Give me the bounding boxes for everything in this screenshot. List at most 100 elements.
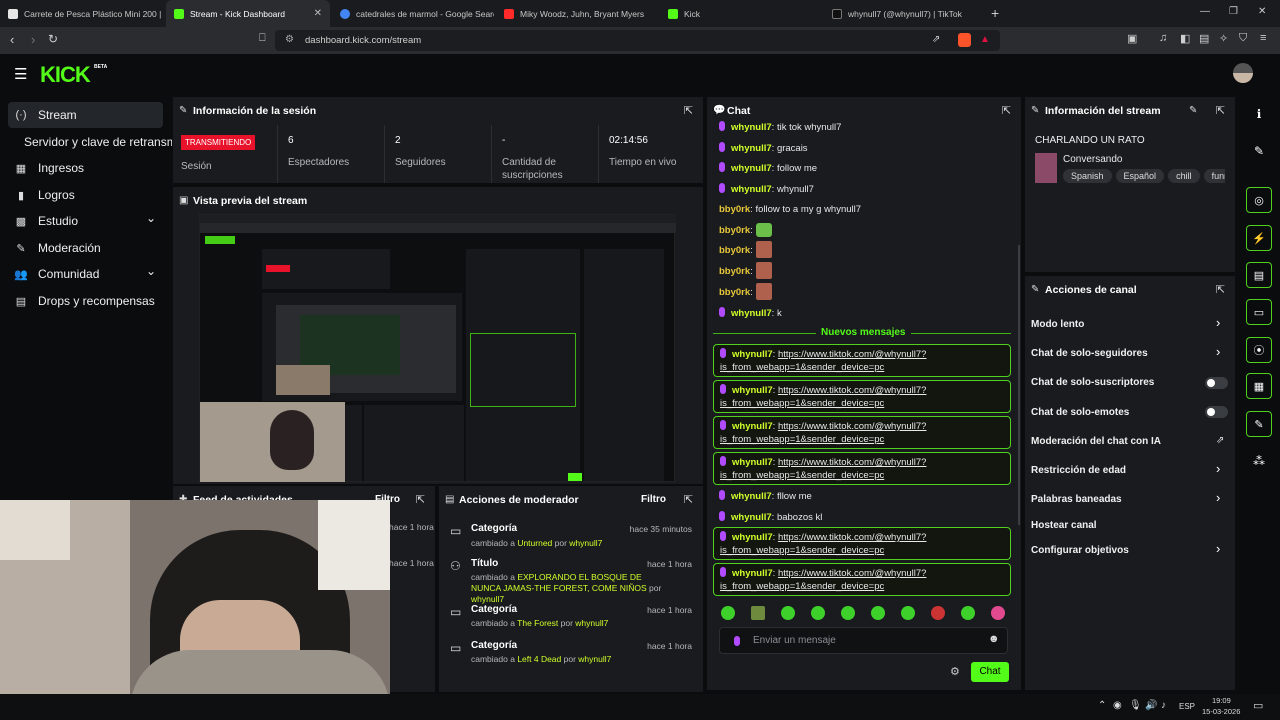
- close-window-button[interactable]: ✕: [1258, 6, 1266, 17]
- chat-link[interactable]: https://www.tiktok.com/@whynull7?: [778, 568, 927, 579]
- kick-logo[interactable]: KICK: [40, 62, 91, 88]
- emote-icon[interactable]: [931, 606, 945, 620]
- edit-icon[interactable]: ✎: [1246, 138, 1272, 164]
- expand-icon[interactable]: ⇱: [1002, 104, 1011, 117]
- expand-icon[interactable]: ⇱: [684, 104, 693, 117]
- external-link-icon[interactable]: ⇗: [1216, 435, 1224, 446]
- vpn-icon[interactable]: ⛉: [1239, 32, 1247, 45]
- chat-link[interactable]: https://www.tiktok.com/@whynull7?: [778, 349, 927, 360]
- expand-icon[interactable]: ⇱: [1216, 283, 1225, 296]
- reload-icon[interactable]: ↻: [48, 32, 58, 46]
- sidebar-item-estudio[interactable]: ▩ Estudio ⌄: [8, 208, 163, 234]
- chat-popout-icon[interactable]: ▭: [1246, 299, 1272, 325]
- sidebar-toggle-icon[interactable]: ▣: [1127, 32, 1137, 45]
- emote-icon[interactable]: [991, 606, 1005, 620]
- chat-input[interactable]: Enviar un mensaje ☻: [719, 627, 1008, 654]
- wallet-icon[interactable]: ▤: [1199, 32, 1209, 45]
- volume-icon[interactable]: 🔊: [1145, 700, 1157, 711]
- microphone-icon[interactable]: 🎙: [1129, 700, 1142, 711]
- browser-tab[interactable]: Kick: [660, 0, 820, 27]
- bookmark-icon[interactable]: ⎕: [259, 32, 266, 45]
- emoji-picker-icon[interactable]: ☻: [988, 633, 1000, 645]
- emote-icon[interactable]: [751, 606, 765, 620]
- chat-settings-icon[interactable]: ⚙: [950, 665, 960, 678]
- clip-icon[interactable]: ◎: [1246, 187, 1272, 213]
- sidebar-item-server-key[interactable]: Servidor y clave de retransmisión: [24, 129, 172, 155]
- filter-button[interactable]: Filtro: [641, 494, 666, 505]
- channel-action-host[interactable]: Hostear canal: [1031, 520, 1097, 531]
- edit-icon[interactable]: ✎: [1189, 105, 1197, 116]
- browser-menu-icon[interactable]: ≡: [1260, 32, 1266, 44]
- chevron-up-icon[interactable]: ⌃: [1098, 700, 1106, 711]
- browser-tab[interactable]: catedrales de marmol - Google Search: [332, 0, 494, 27]
- chevron-right-icon[interactable]: ›: [1216, 541, 1220, 556]
- site-info-icon[interactable]: ⚙: [285, 34, 294, 45]
- sidebar-item-drops[interactable]: ▤ Drops y recompensas: [8, 288, 163, 314]
- network-icon[interactable]: ◉: [1113, 700, 1122, 711]
- channel-action-banned-words[interactable]: Palabras baneadas: [1031, 494, 1122, 505]
- share-icon[interactable]: ⁂: [1246, 448, 1272, 474]
- channel-action-followers-only[interactable]: Chat de solo-seguidores: [1031, 348, 1148, 359]
- chat-link[interactable]: https://www.tiktok.com/@whynull7?: [778, 385, 927, 396]
- chevron-right-icon[interactable]: ›: [1216, 315, 1220, 330]
- subscribers-only-toggle[interactable]: [1205, 377, 1228, 389]
- info-icon[interactable]: ℹ: [1246, 101, 1272, 127]
- hamburger-menu-icon[interactable]: ☰: [14, 65, 27, 83]
- close-tab-icon[interactable]: ✕: [314, 8, 322, 19]
- chat-link[interactable]: https://www.tiktok.com/@whynull7?: [778, 421, 927, 432]
- notifications-icon[interactable]: ▭: [1253, 699, 1263, 712]
- minimize-button[interactable]: —: [1200, 6, 1210, 17]
- notes-icon[interactable]: ▤: [1246, 262, 1272, 288]
- browser-tab[interactable]: whynull7 (@whynull7) | TikTok: [824, 0, 984, 27]
- expand-icon[interactable]: ⇱: [416, 493, 425, 506]
- emotes-only-toggle[interactable]: [1205, 406, 1228, 418]
- address-bar[interactable]: ⚙ dashboard.kick.com/stream ⇗ ▲: [275, 30, 1000, 51]
- chat-scrollbar[interactable]: [1018, 245, 1020, 525]
- sidebar-item-comunidad[interactable]: 👥 Comunidad ⌄: [8, 261, 163, 287]
- emote-icon[interactable]: [841, 606, 855, 620]
- chevron-right-icon[interactable]: ›: [1216, 461, 1220, 476]
- chat-link[interactable]: https://www.tiktok.com/@whynull7?: [778, 532, 927, 543]
- layout-icon[interactable]: ▦: [1246, 373, 1272, 399]
- chat-link[interactable]: https://www.tiktok.com/@whynull7?: [778, 457, 927, 468]
- browser-tab[interactable]: Miky Woodz, Juhn, Bryant Myers: [496, 0, 656, 27]
- channel-action-ai-moderation[interactable]: Moderación del chat con IA: [1031, 436, 1161, 447]
- emote-icon[interactable]: [871, 606, 885, 620]
- music-icon[interactable]: ♫: [1159, 32, 1167, 44]
- emote-icon[interactable]: [901, 606, 915, 620]
- chevron-right-icon[interactable]: ›: [1216, 344, 1220, 359]
- browser-tab-active[interactable]: Stream - Kick Dashboard ✕: [166, 0, 330, 27]
- broadcast-icon[interactable]: ⦿: [1246, 337, 1272, 363]
- emote-icon[interactable]: [811, 606, 825, 620]
- sidebar-item-ingresos[interactable]: ▦ Ingresos: [8, 155, 163, 181]
- chevron-right-icon[interactable]: ›: [1216, 490, 1220, 505]
- sidebar-item-moderacion[interactable]: ✎ Moderación: [8, 235, 163, 261]
- forward-icon[interactable]: ›: [31, 32, 35, 47]
- emote-icon[interactable]: [721, 606, 735, 620]
- language-indicator[interactable]: ESP: [1179, 702, 1195, 711]
- wrench-icon[interactable]: ✎: [1246, 411, 1272, 437]
- maximize-button[interactable]: ❐: [1229, 6, 1238, 17]
- send-chat-button[interactable]: Chat: [971, 662, 1009, 682]
- brave-shield-icon[interactable]: [958, 33, 971, 47]
- stream-preview-video[interactable]: [199, 214, 676, 482]
- emote-icon[interactable]: [781, 606, 795, 620]
- emote-icon[interactable]: [961, 606, 975, 620]
- new-tab-button[interactable]: +: [991, 5, 999, 21]
- sidebar-item-logros[interactable]: ▮ Logros: [8, 182, 163, 208]
- expand-icon[interactable]: ⇱: [684, 493, 693, 506]
- channel-action-slow-mode[interactable]: Modo lento: [1031, 319, 1084, 330]
- user-avatar[interactable]: [1233, 63, 1253, 83]
- lightning-icon[interactable]: ⚡: [1246, 225, 1272, 251]
- browser-tab[interactable]: Carrete de Pesca Plástico Mini 200 | C: [0, 0, 162, 27]
- split-view-icon[interactable]: ◧: [1180, 32, 1190, 45]
- channel-action-age-restriction[interactable]: Restricción de edad: [1031, 465, 1126, 476]
- sidebar-item-stream[interactable]: (·) Stream: [8, 102, 163, 128]
- ai-icon[interactable]: ✧: [1219, 32, 1228, 45]
- speaker-icon[interactable]: ♪: [1161, 700, 1166, 711]
- expand-icon[interactable]: ⇱: [1216, 104, 1225, 117]
- rewards-icon[interactable]: ▲: [980, 34, 990, 45]
- back-icon[interactable]: ‹: [10, 32, 14, 47]
- channel-action-goals[interactable]: Configurar objetivos: [1031, 545, 1129, 556]
- share-icon[interactable]: ⇗: [932, 34, 940, 45]
